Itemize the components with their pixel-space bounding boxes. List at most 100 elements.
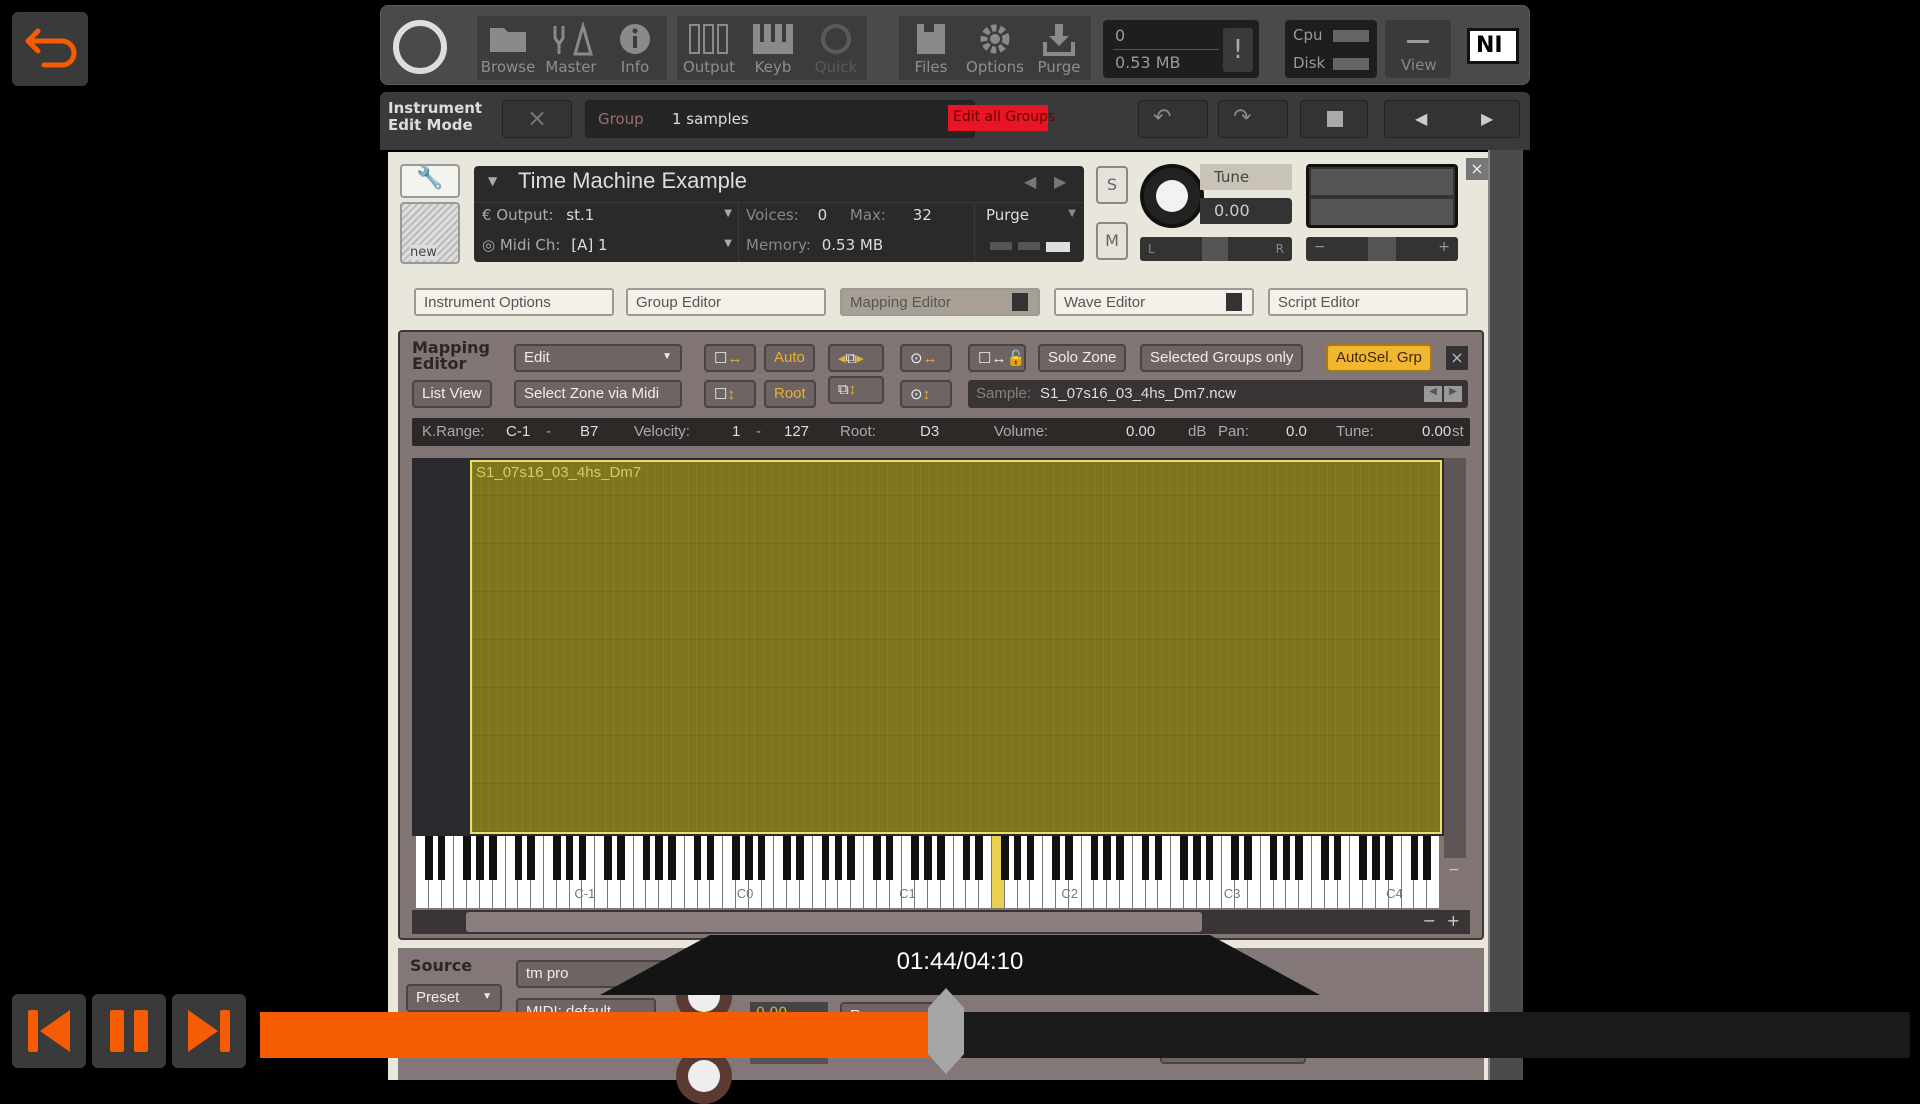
black-key[interactable] bbox=[642, 836, 651, 880]
black-key[interactable] bbox=[1231, 836, 1240, 880]
tab-instrument-options[interactable]: Instrument Options bbox=[414, 288, 614, 316]
horizontal-scrollbar[interactable]: − + bbox=[412, 910, 1470, 934]
black-key[interactable] bbox=[476, 836, 484, 880]
root-button[interactable]: Root bbox=[764, 380, 816, 408]
black-key[interactable] bbox=[616, 836, 625, 880]
purge-select[interactable]: Purge ▼ bbox=[986, 206, 1076, 224]
pause-button[interactable] bbox=[92, 994, 166, 1068]
rack-scrollbar[interactable] bbox=[1488, 150, 1523, 1080]
black-key[interactable] bbox=[488, 836, 497, 880]
keyboard-button[interactable]: Keyb bbox=[741, 16, 805, 80]
black-key[interactable] bbox=[1064, 836, 1073, 880]
velocity-v-button[interactable]: ⊙↕ bbox=[900, 380, 952, 408]
previous-button[interactable] bbox=[12, 994, 86, 1068]
purge-button[interactable]: Purge bbox=[1027, 16, 1091, 80]
black-key[interactable] bbox=[1180, 836, 1188, 880]
close-edit-button[interactable]: × bbox=[502, 100, 572, 138]
black-key[interactable] bbox=[744, 836, 753, 880]
prev-sample-icon[interactable]: ◀ bbox=[1424, 386, 1442, 402]
back-button[interactable] bbox=[12, 12, 88, 86]
black-key[interactable] bbox=[911, 836, 920, 880]
tune-value[interactable]: 0.00 bbox=[1200, 198, 1292, 224]
pan-value[interactable]: 0.0 bbox=[1286, 423, 1307, 440]
black-key[interactable] bbox=[1244, 836, 1252, 880]
black-key[interactable] bbox=[1052, 836, 1060, 880]
black-key[interactable] bbox=[1116, 836, 1124, 880]
black-key[interactable] bbox=[847, 836, 856, 880]
black-key[interactable] bbox=[783, 836, 792, 880]
zoom-in-button[interactable]: + bbox=[1447, 911, 1460, 930]
zone-lock-button[interactable]: ☐↔🔓 bbox=[968, 344, 1026, 372]
next-button[interactable] bbox=[172, 994, 246, 1068]
pan-handle[interactable] bbox=[1202, 237, 1228, 261]
volume-handle[interactable] bbox=[1368, 237, 1396, 261]
black-key[interactable] bbox=[1154, 836, 1163, 880]
root-value[interactable]: D3 bbox=[920, 423, 939, 440]
prev-instrument-icon[interactable]: ◀ bbox=[1415, 109, 1427, 128]
black-key[interactable] bbox=[936, 836, 945, 880]
close-instrument-button[interactable]: × bbox=[1466, 158, 1488, 180]
black-key[interactable] bbox=[1000, 836, 1009, 880]
next-icon[interactable]: ▶ bbox=[1054, 172, 1066, 191]
black-key[interactable] bbox=[1090, 836, 1099, 880]
black-key[interactable] bbox=[924, 836, 932, 880]
solo-button[interactable]: S bbox=[1096, 166, 1128, 204]
wave-popout-icon[interactable] bbox=[1226, 293, 1242, 311]
velocity-low[interactable]: 1 bbox=[732, 423, 740, 440]
wrench-button[interactable]: 🔧 bbox=[400, 164, 460, 198]
solo-zone-button[interactable]: Solo Zone bbox=[1038, 344, 1127, 372]
krange-high[interactable]: B7 bbox=[580, 423, 598, 440]
black-key[interactable] bbox=[527, 836, 536, 880]
instrument-name[interactable]: Time Machine Example bbox=[518, 168, 747, 194]
black-key[interactable] bbox=[1384, 836, 1393, 880]
zone-block[interactable]: S1_07s16_03_4hs_Dm7 bbox=[470, 460, 1442, 834]
black-key[interactable] bbox=[578, 836, 587, 880]
black-key[interactable] bbox=[872, 836, 881, 880]
redo-button[interactable]: ↷ bbox=[1218, 100, 1288, 138]
save-button[interactable] bbox=[1300, 100, 1368, 138]
black-key[interactable] bbox=[1295, 836, 1304, 880]
files-button[interactable]: Files bbox=[899, 16, 963, 80]
move-zone-h-button[interactable]: ◂⧉▸ bbox=[828, 344, 884, 372]
view-button[interactable]: View bbox=[1385, 20, 1451, 78]
progress-handle[interactable] bbox=[926, 988, 966, 1074]
black-key[interactable] bbox=[437, 836, 446, 880]
prev-icon[interactable]: ◀ bbox=[1024, 172, 1036, 191]
output-button[interactable]: Output bbox=[677, 16, 741, 80]
black-key[interactable] bbox=[668, 836, 676, 880]
master-button[interactable]: Master bbox=[539, 16, 603, 80]
move-zone-v-button[interactable]: ⧉↕ bbox=[828, 376, 884, 404]
black-key[interactable] bbox=[1013, 836, 1022, 880]
preset-select[interactable]: Preset ▼ bbox=[406, 984, 502, 1012]
black-key[interactable] bbox=[834, 836, 843, 880]
sample-field[interactable]: Sample: S1_07s16_03_4hs_Dm7.ncw ◀ ▶ bbox=[968, 380, 1468, 408]
list-view-button[interactable]: List View bbox=[412, 380, 492, 408]
zoom-out-button[interactable]: − bbox=[1423, 911, 1436, 930]
black-key[interactable] bbox=[655, 836, 664, 880]
selected-groups-only-button[interactable]: Selected Groups only bbox=[1140, 344, 1304, 372]
auto-button[interactable]: Auto bbox=[764, 344, 815, 372]
black-key[interactable] bbox=[885, 836, 894, 880]
black-key[interactable] bbox=[1192, 836, 1201, 880]
tab-mapping-editor[interactable]: Mapping Editor bbox=[840, 288, 1040, 316]
black-key[interactable] bbox=[821, 836, 830, 880]
black-key[interactable] bbox=[1026, 836, 1035, 880]
close-mapping-button[interactable]: × bbox=[1446, 346, 1468, 370]
krange-low[interactable]: C-1 bbox=[506, 423, 530, 440]
black-key[interactable] bbox=[552, 836, 561, 880]
black-key[interactable] bbox=[424, 836, 433, 880]
black-key[interactable] bbox=[757, 836, 766, 880]
scroll-thumb[interactable] bbox=[466, 912, 1202, 932]
group-selector[interactable]: Group 1 samples ▼ bbox=[585, 100, 975, 138]
black-key[interactable] bbox=[962, 836, 971, 880]
velocity-high[interactable]: 127 bbox=[784, 423, 809, 440]
black-key[interactable] bbox=[1269, 836, 1278, 880]
mapping-popout-icon[interactable] bbox=[1012, 293, 1028, 311]
black-key[interactable] bbox=[706, 836, 715, 880]
volume-slider[interactable]: − + bbox=[1306, 237, 1458, 261]
black-key[interactable] bbox=[463, 836, 472, 880]
black-key[interactable] bbox=[975, 836, 984, 880]
black-key[interactable] bbox=[604, 836, 612, 880]
mapping-mode-select[interactable]: Edit ▼ bbox=[514, 344, 682, 372]
mute-button[interactable]: M bbox=[1096, 222, 1128, 260]
